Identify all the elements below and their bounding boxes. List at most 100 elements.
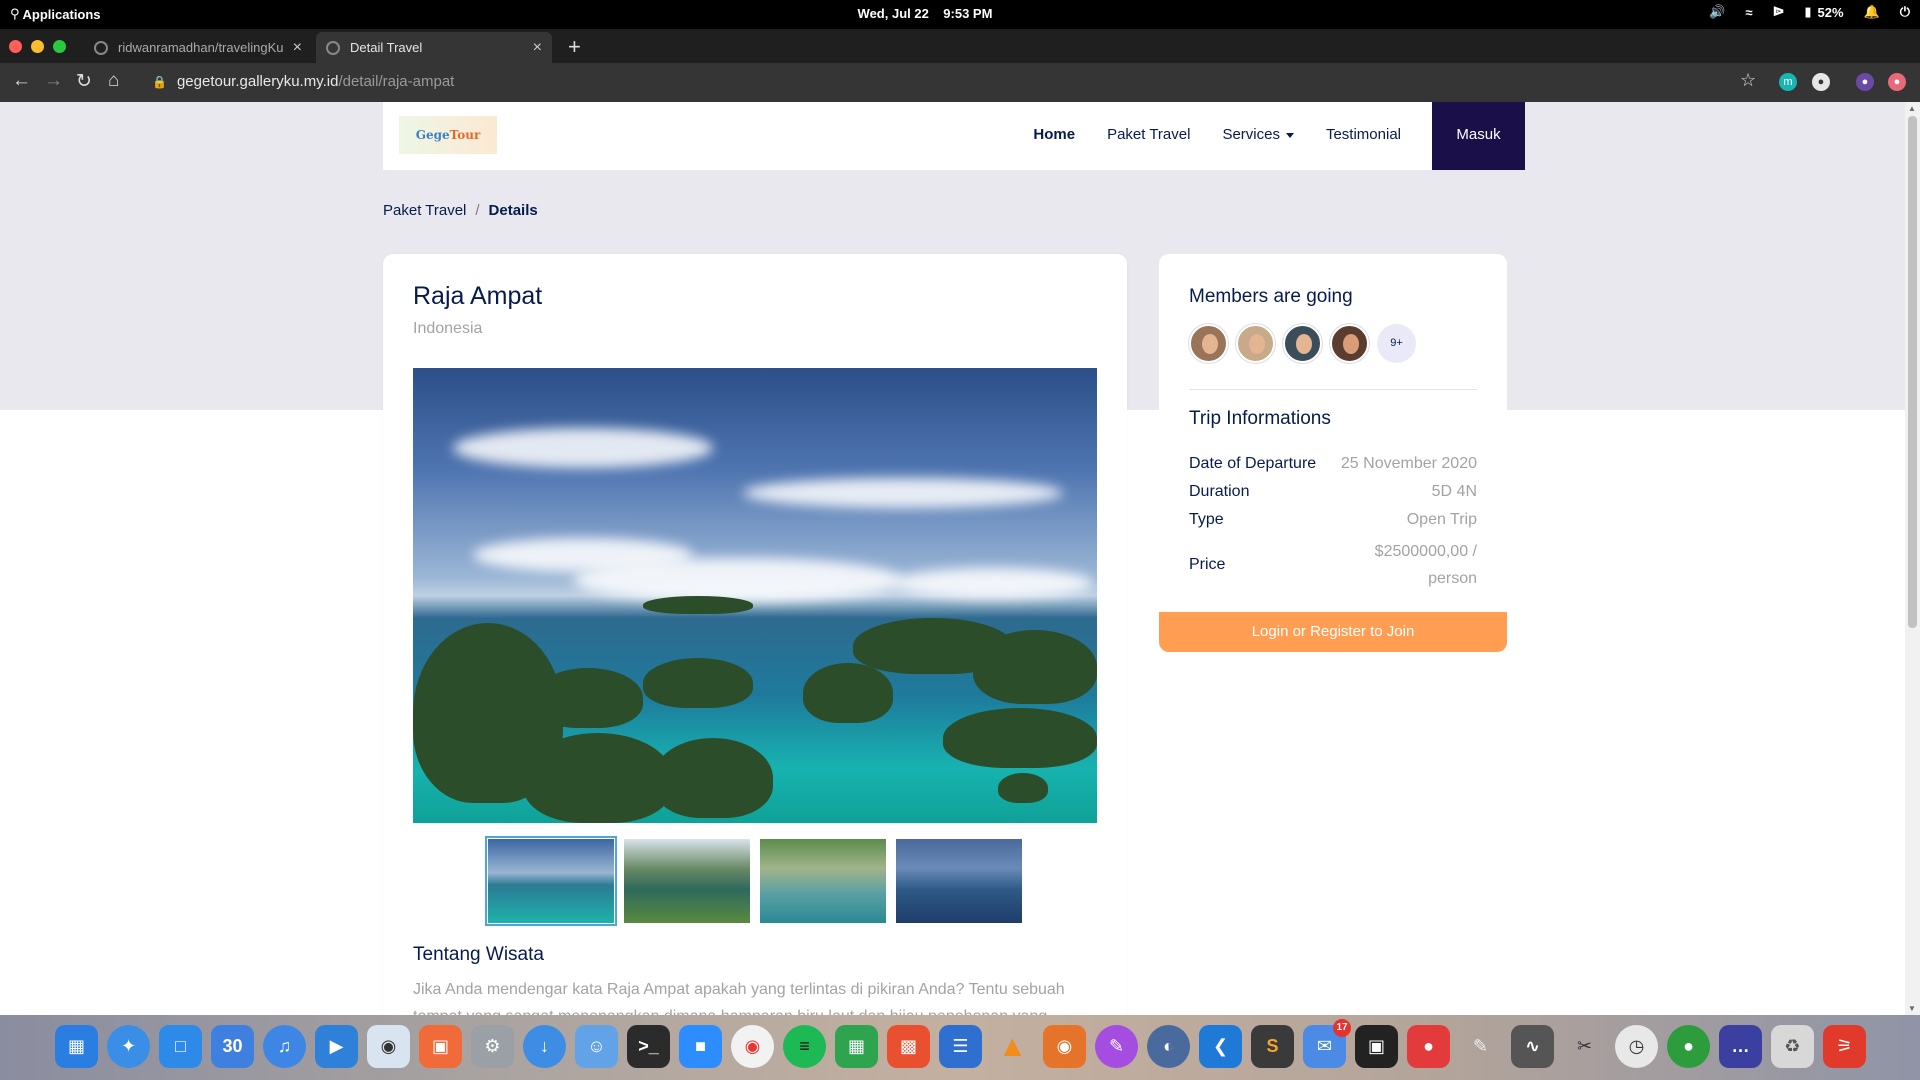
volume-icon[interactable]: 🔊 [1709,4,1725,20]
finder-icon[interactable]: ☺ [575,1025,618,1068]
tab-detail-travel[interactable]: Detail Travel × [316,32,552,63]
settings-gear-icon[interactable]: ⚙ [471,1025,514,1068]
site-logo[interactable]: Gege Tour [399,116,497,154]
trash-icon[interactable]: ♻ [1771,1025,1814,1068]
bookmark-star-icon[interactable]: ☆ [1740,70,1756,91]
brush-cup-icon[interactable]: ✎ [1459,1025,1502,1068]
trip-label: Date of Departure [1189,455,1317,472]
extension-pink-icon[interactable]: ● [1888,73,1906,91]
members-more-badge[interactable]: 9+ [1377,324,1416,363]
calendar-icon[interactable]: 30 [211,1025,254,1068]
window-switcher-icon[interactable]: … [1719,1025,1762,1068]
os-top-bar: ⚲ Applications Wed, Jul 22 9:53 PM 🔊 ≈ ᐉ… [0,0,1920,29]
wifi-icon[interactable]: ≈ [1745,5,1752,20]
power-icon[interactable]: ⏻ [1900,4,1910,20]
video-editor-icon[interactable]: ▶ [315,1025,358,1068]
tab-title: Detail Travel [350,40,423,55]
vlc-cone-icon[interactable]: ▲ [991,1025,1034,1068]
scroll-up-icon[interactable]: ▲ [1908,104,1916,113]
gimp-icon[interactable]: ◉ [1043,1025,1086,1068]
nav-paket-travel[interactable]: Paket Travel [1107,126,1190,143]
lock-icon: 🔒 [152,74,167,89]
nav-home[interactable]: Home [1033,126,1075,143]
trip-value: Open Trip [1406,511,1477,528]
chrome-icon[interactable]: ◉ [731,1025,774,1068]
github-icon [94,40,108,55]
tab-github[interactable]: ridwanramadhan/travelingKuy × [84,32,312,63]
music-icon[interactable]: ♫ [263,1025,306,1068]
bluetooth-icon[interactable]: ᐉ [1773,4,1785,20]
trip-row-departure: Date of Departure 25 November 2020 [1189,455,1477,473]
clock[interactable]: Wed, Jul 22 9:53 PM [0,6,1850,21]
minimize-window-button[interactable] [31,40,44,53]
new-tab-button[interactable]: + [568,34,581,60]
page-viewport: Gege Tour Home Paket Travel Services Test… [0,102,1905,1015]
presentation-icon[interactable]: ▩ [887,1025,930,1068]
screen-recorder-icon[interactable]: ▣ [1355,1025,1398,1068]
zoom-video-icon[interactable]: ■ [679,1025,722,1068]
url-field[interactable]: 🔒 gegetour.galleryku.my.id/detail/raja-a… [152,73,454,90]
green-app-icon[interactable]: ● [1667,1025,1710,1068]
masuk-button[interactable]: Masuk [1432,102,1525,170]
tab-title: ridwanramadhan/travelingKuy [118,40,283,55]
safari-compass-icon[interactable]: ✦ [107,1025,150,1068]
system-monitor-icon[interactable]: ∿ [1511,1025,1554,1068]
gallery-thumbnail-4[interactable] [896,839,1022,923]
profile-avatar-icon[interactable]: ● [1856,73,1874,91]
nav-testimonial[interactable]: Testimonial [1326,126,1401,143]
gallery-thumbnails [485,836,1022,926]
close-window-button[interactable] [9,40,22,53]
downloads-icon[interactable]: ↓ [523,1025,566,1068]
terminal-icon[interactable]: >_ [627,1025,670,1068]
extension-circle-icon[interactable]: ● [1812,73,1830,91]
page-scrollbar[interactable]: ▲ ▼ [1905,102,1920,1015]
clock-app-icon[interactable]: ◷ [1615,1025,1658,1068]
back-arrow-icon[interactable]: ← [12,70,31,92]
document-writer-icon[interactable]: ☰ [939,1025,982,1068]
maximize-window-button[interactable] [53,40,66,53]
notification-bell-icon[interactable]: 🔔 [1864,4,1880,20]
dock-icons: ▦ ✦ □ 30 ♫ ▶ ◉ ▣ ⚙ ↓ ☺ >_ ■ ◉ ≡ ▦ ▩ ☰ ▲ … [55,1019,1866,1068]
home-icon[interactable]: ⌂ [108,70,119,92]
avatar[interactable] [1189,324,1228,363]
camera-icon[interactable]: ◉ [367,1025,410,1068]
gallery-thumbnail-3[interactable] [760,839,886,923]
avatar[interactable] [1283,324,1322,363]
scrollbar-thumb[interactable] [1908,116,1917,628]
disk-utility-icon[interactable]: ◐ [1147,1025,1190,1068]
breadcrumb-paket-travel[interactable]: Paket Travel [383,202,466,219]
launchpad-icon[interactable]: ▦ [55,1025,98,1068]
gallery-thumbnail-1[interactable] [485,836,617,926]
avatar[interactable] [1236,324,1275,363]
forward-arrow-icon[interactable]: → [44,70,63,92]
spotify-icon[interactable]: ≡ [783,1025,826,1068]
battery-icon: ▮ [1804,4,1812,19]
close-tab-icon[interactable]: × [293,39,302,57]
destination-title: Raja Ampat [413,282,543,310]
trip-value: $2500000,00 / person [1374,543,1477,587]
spreadsheet-icon[interactable]: ▦ [835,1025,878,1068]
nav-services[interactable]: Services [1222,126,1294,143]
scroll-down-icon[interactable]: ▼ [1908,1004,1916,1013]
battery-indicator[interactable]: ▮ 52% [1804,4,1843,20]
trip-label: Duration [1189,483,1250,500]
main-gallery-image [413,368,1097,823]
chat-icon[interactable]: ✉ 17 [1303,1019,1351,1068]
trip-label: Type [1189,511,1224,528]
paint-brush-icon[interactable]: ✎ [1095,1025,1138,1068]
notes-icon[interactable]: □ [159,1025,202,1068]
pdf-reader-icon[interactable]: ⚞ [1823,1025,1866,1068]
divider [1189,389,1477,390]
reload-icon[interactable]: ↻ [76,70,92,93]
gallery-thumbnail-2[interactable] [624,839,750,923]
extension-m-icon[interactable]: m [1779,73,1797,91]
vscode-icon[interactable]: ❮ [1199,1025,1242,1068]
photos-icon[interactable]: ▣ [419,1025,462,1068]
close-tab-icon[interactable]: × [533,39,542,57]
scissors-icon[interactable]: ✂ [1563,1025,1606,1068]
notification-badge: 17 [1333,1019,1351,1037]
avatar[interactable] [1330,324,1369,363]
record-icon[interactable]: ● [1407,1025,1450,1068]
sublime-text-icon[interactable]: S [1251,1025,1294,1068]
login-register-join-button[interactable]: Login or Register to Join [1159,612,1507,652]
